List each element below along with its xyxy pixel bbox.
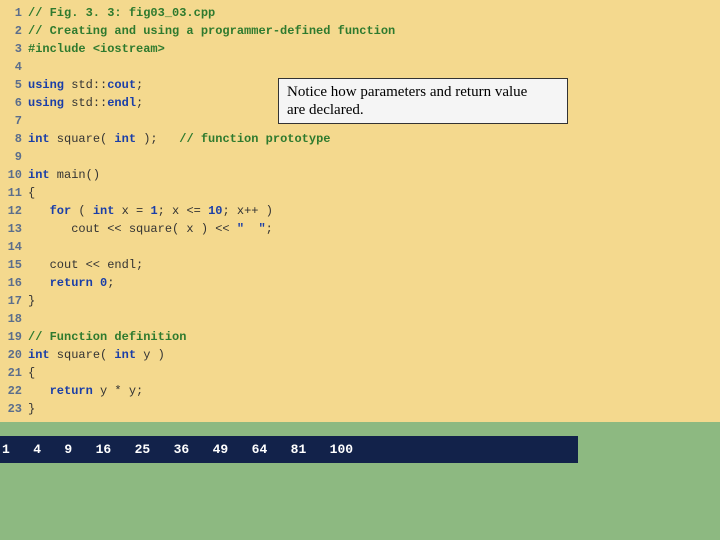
line-number: 2 (0, 22, 28, 40)
code-line: 8int square( int ); // function prototyp… (0, 130, 720, 148)
code-text: int square( int y ) (28, 346, 165, 364)
code-line: 4 (0, 58, 720, 76)
code-text: for ( int x = 1; x <= 10; x++ ) (28, 202, 273, 220)
code-line: 15 cout << endl; (0, 256, 720, 274)
callout-line1: Notice how parameters and return value (287, 83, 559, 101)
code-text: } (28, 400, 35, 418)
line-number: 15 (0, 256, 28, 274)
line-number: 10 (0, 166, 28, 184)
line-number: 12 (0, 202, 28, 220)
code-line: 10int main() (0, 166, 720, 184)
line-number: 18 (0, 310, 28, 328)
code-text: using std::cout; (28, 76, 143, 94)
code-line: 23} (0, 400, 720, 418)
line-number: 22 (0, 382, 28, 400)
code-text: using std::endl; (28, 94, 143, 112)
code-line: 1// Fig. 3. 3: fig03_03.cpp (0, 4, 720, 22)
line-number: 21 (0, 364, 28, 382)
code-line: 3#include <iostream> (0, 40, 720, 58)
line-number: 4 (0, 58, 28, 76)
code-line: 21{ (0, 364, 720, 382)
line-number: 13 (0, 220, 28, 238)
line-number: 5 (0, 76, 28, 94)
line-number: 23 (0, 400, 28, 418)
callout-line2: are declared. (287, 101, 559, 119)
line-number: 1 (0, 4, 28, 22)
code-text: // Function definition (28, 328, 186, 346)
code-text: int main() (28, 166, 100, 184)
code-line: 2// Creating and using a programmer-defi… (0, 22, 720, 40)
code-text: return y * y; (28, 382, 143, 400)
code-line: 14 (0, 238, 720, 256)
code-text: #include <iostream> (28, 40, 165, 58)
line-number: 16 (0, 274, 28, 292)
code-line: 9 (0, 148, 720, 166)
line-number: 6 (0, 94, 28, 112)
line-number: 7 (0, 112, 28, 130)
code-text: // Fig. 3. 3: fig03_03.cpp (28, 4, 215, 22)
code-text: // Creating and using a programmer-defin… (28, 22, 395, 40)
line-number: 17 (0, 292, 28, 310)
code-line: 18 (0, 310, 720, 328)
code-text: } (28, 292, 35, 310)
program-output: 1 4 9 16 25 36 49 64 81 100 (0, 436, 578, 463)
line-number: 11 (0, 184, 28, 202)
code-text: cout << square( x ) << " "; (28, 220, 273, 238)
code-line: 17} (0, 292, 720, 310)
line-number: 20 (0, 346, 28, 364)
code-line: 20int square( int y ) (0, 346, 720, 364)
code-text: { (28, 184, 35, 202)
line-number: 3 (0, 40, 28, 58)
code-text: { (28, 364, 35, 382)
line-number: 19 (0, 328, 28, 346)
line-number: 9 (0, 148, 28, 166)
line-number: 8 (0, 130, 28, 148)
code-line: 12 for ( int x = 1; x <= 10; x++ ) (0, 202, 720, 220)
line-number: 14 (0, 238, 28, 256)
code-line: 16 return 0; (0, 274, 720, 292)
code-listing: Notice how parameters and return value a… (0, 0, 720, 422)
code-text: int square( int ); // function prototype (28, 130, 330, 148)
code-text: cout << endl; (28, 256, 143, 274)
code-line: 22 return y * y; (0, 382, 720, 400)
code-line: 13 cout << square( x ) << " "; (0, 220, 720, 238)
code-text: return 0; (28, 274, 114, 292)
code-line: 11{ (0, 184, 720, 202)
code-line: 19// Function definition (0, 328, 720, 346)
callout-box: Notice how parameters and return value a… (278, 78, 568, 124)
